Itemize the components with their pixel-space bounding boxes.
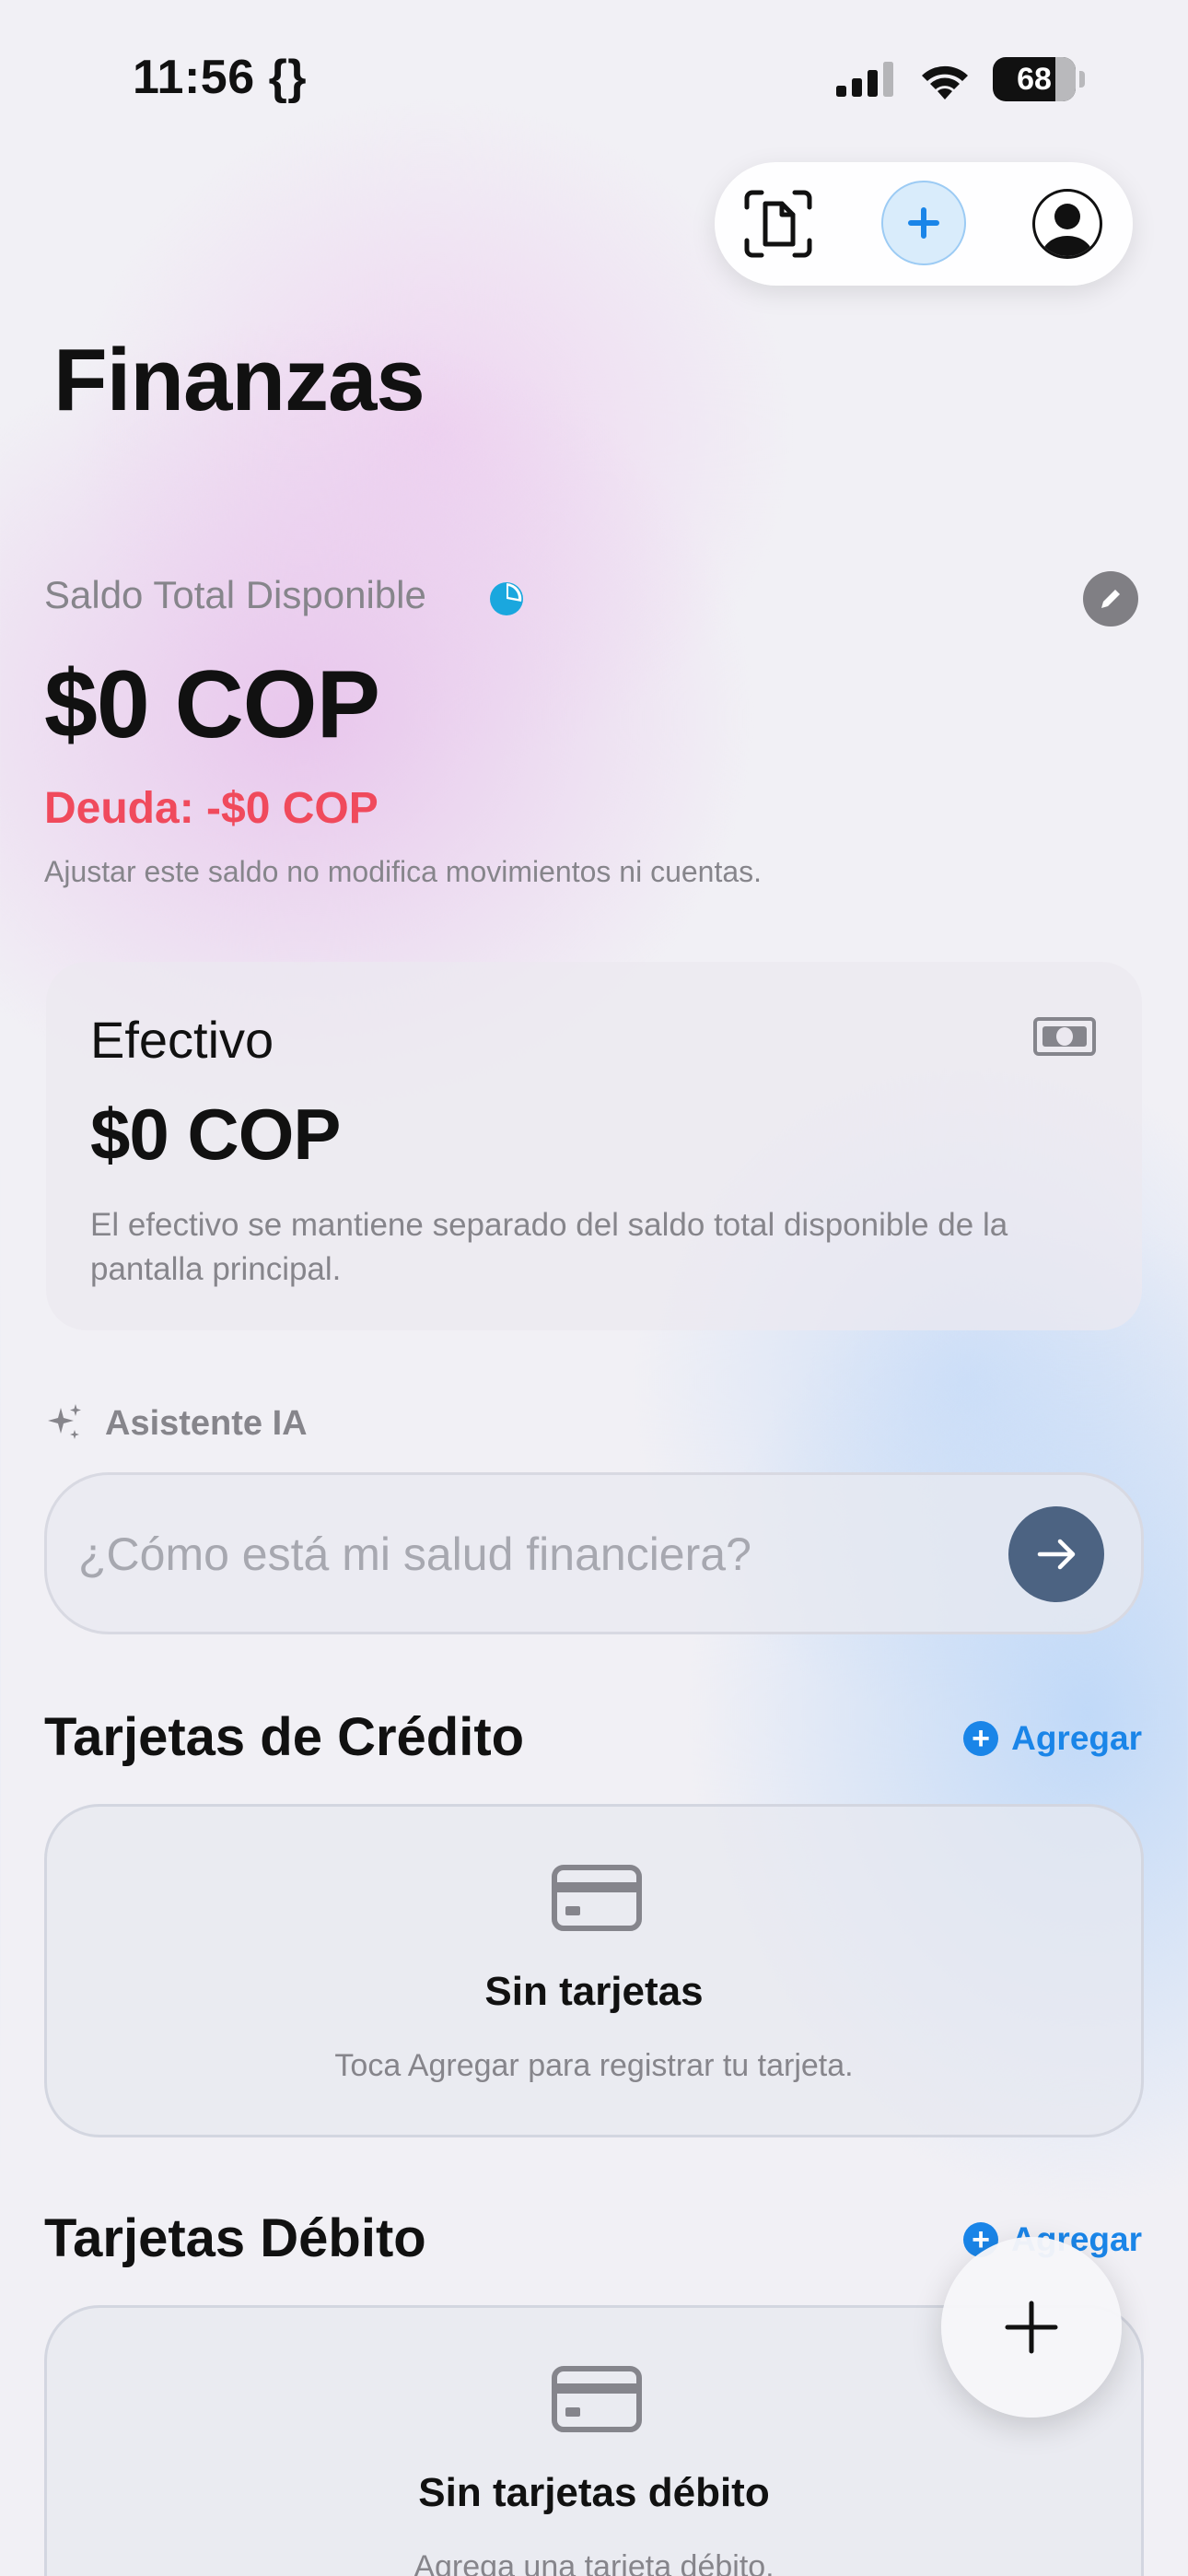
add-credit-card-button[interactable]: + Agregar: [963, 1719, 1142, 1758]
page-title: Finanzas: [53, 331, 425, 429]
status-time: 11:56 {}: [133, 51, 308, 104]
credit-cards-empty-title: Sin tarjetas: [484, 1969, 704, 2014]
credit-cards-title: Tarjetas de Crédito: [44, 1707, 525, 1767]
debit-cards-empty-subtitle: Agrega una tarjeta débito.: [413, 2549, 775, 2576]
arrow-right-icon: [1037, 1539, 1076, 1570]
floating-add-button[interactable]: [941, 2237, 1122, 2418]
assistant-input[interactable]: [78, 1512, 999, 1597]
add-credit-card-label: Agregar: [1011, 1719, 1142, 1757]
plus-icon: [908, 207, 939, 239]
battery-tip: [1079, 71, 1085, 88]
credit-cards-empty-state: Sin tarjetas Toca Agregar para registrar…: [44, 1804, 1144, 2137]
credit-card-icon: [552, 1865, 642, 1931]
banknote-icon: [1033, 1017, 1096, 1056]
pencil-icon: [1101, 590, 1120, 608]
profile-button[interactable]: [1030, 186, 1105, 262]
assistant-send-button[interactable]: [1008, 1506, 1104, 1602]
document-scan-button[interactable]: [737, 182, 820, 265]
plus-icon: [1005, 2301, 1058, 2354]
cash-card[interactable]: Efectivo $0 COP El efectivo se mantiene …: [46, 962, 1142, 1330]
cellular-signal-icon: [836, 62, 893, 97]
debit-cards-title: Tarjetas Débito: [44, 2208, 426, 2268]
debit-cards-empty-title: Sin tarjetas débito: [418, 2470, 770, 2515]
balance-note: Ajustar este saldo no modifica movimient…: [44, 855, 763, 888]
wifi-icon: [922, 65, 968, 100]
battery-icon: 68: [993, 57, 1076, 101]
cash-note: El efectivo se mantiene separado del sal…: [90, 1207, 1008, 1287]
battery-level: 68: [1017, 61, 1052, 97]
pie-chart-icon[interactable]: [488, 580, 525, 617]
profile-icon: [1032, 189, 1102, 259]
cash-amount: $0 COP: [90, 1094, 341, 1175]
credit-cards-empty-subtitle: Toca Agregar para registrar tu tarjeta.: [334, 2048, 854, 2083]
sparkles-icon: [48, 1404, 81, 1439]
quick-add-button[interactable]: [881, 181, 966, 265]
plus-circle-icon: +: [963, 1721, 999, 1756]
doc-scan-icon: [744, 190, 812, 258]
edit-balance-button[interactable]: [1083, 571, 1138, 626]
top-toolbar: [715, 162, 1133, 286]
debt-amount: Deuda: -$0 COP: [44, 784, 379, 833]
credit-card-icon: [552, 2366, 642, 2432]
assistant-input-container: [44, 1472, 1144, 1634]
status-icons: 68: [836, 53, 1085, 105]
balance-amount: $0 COP: [44, 651, 380, 758]
assistant-label: Asistente IA: [105, 1404, 308, 1443]
balance-label: Saldo Total Disponible: [44, 573, 426, 616]
cash-title: Efectivo: [90, 1011, 274, 1069]
